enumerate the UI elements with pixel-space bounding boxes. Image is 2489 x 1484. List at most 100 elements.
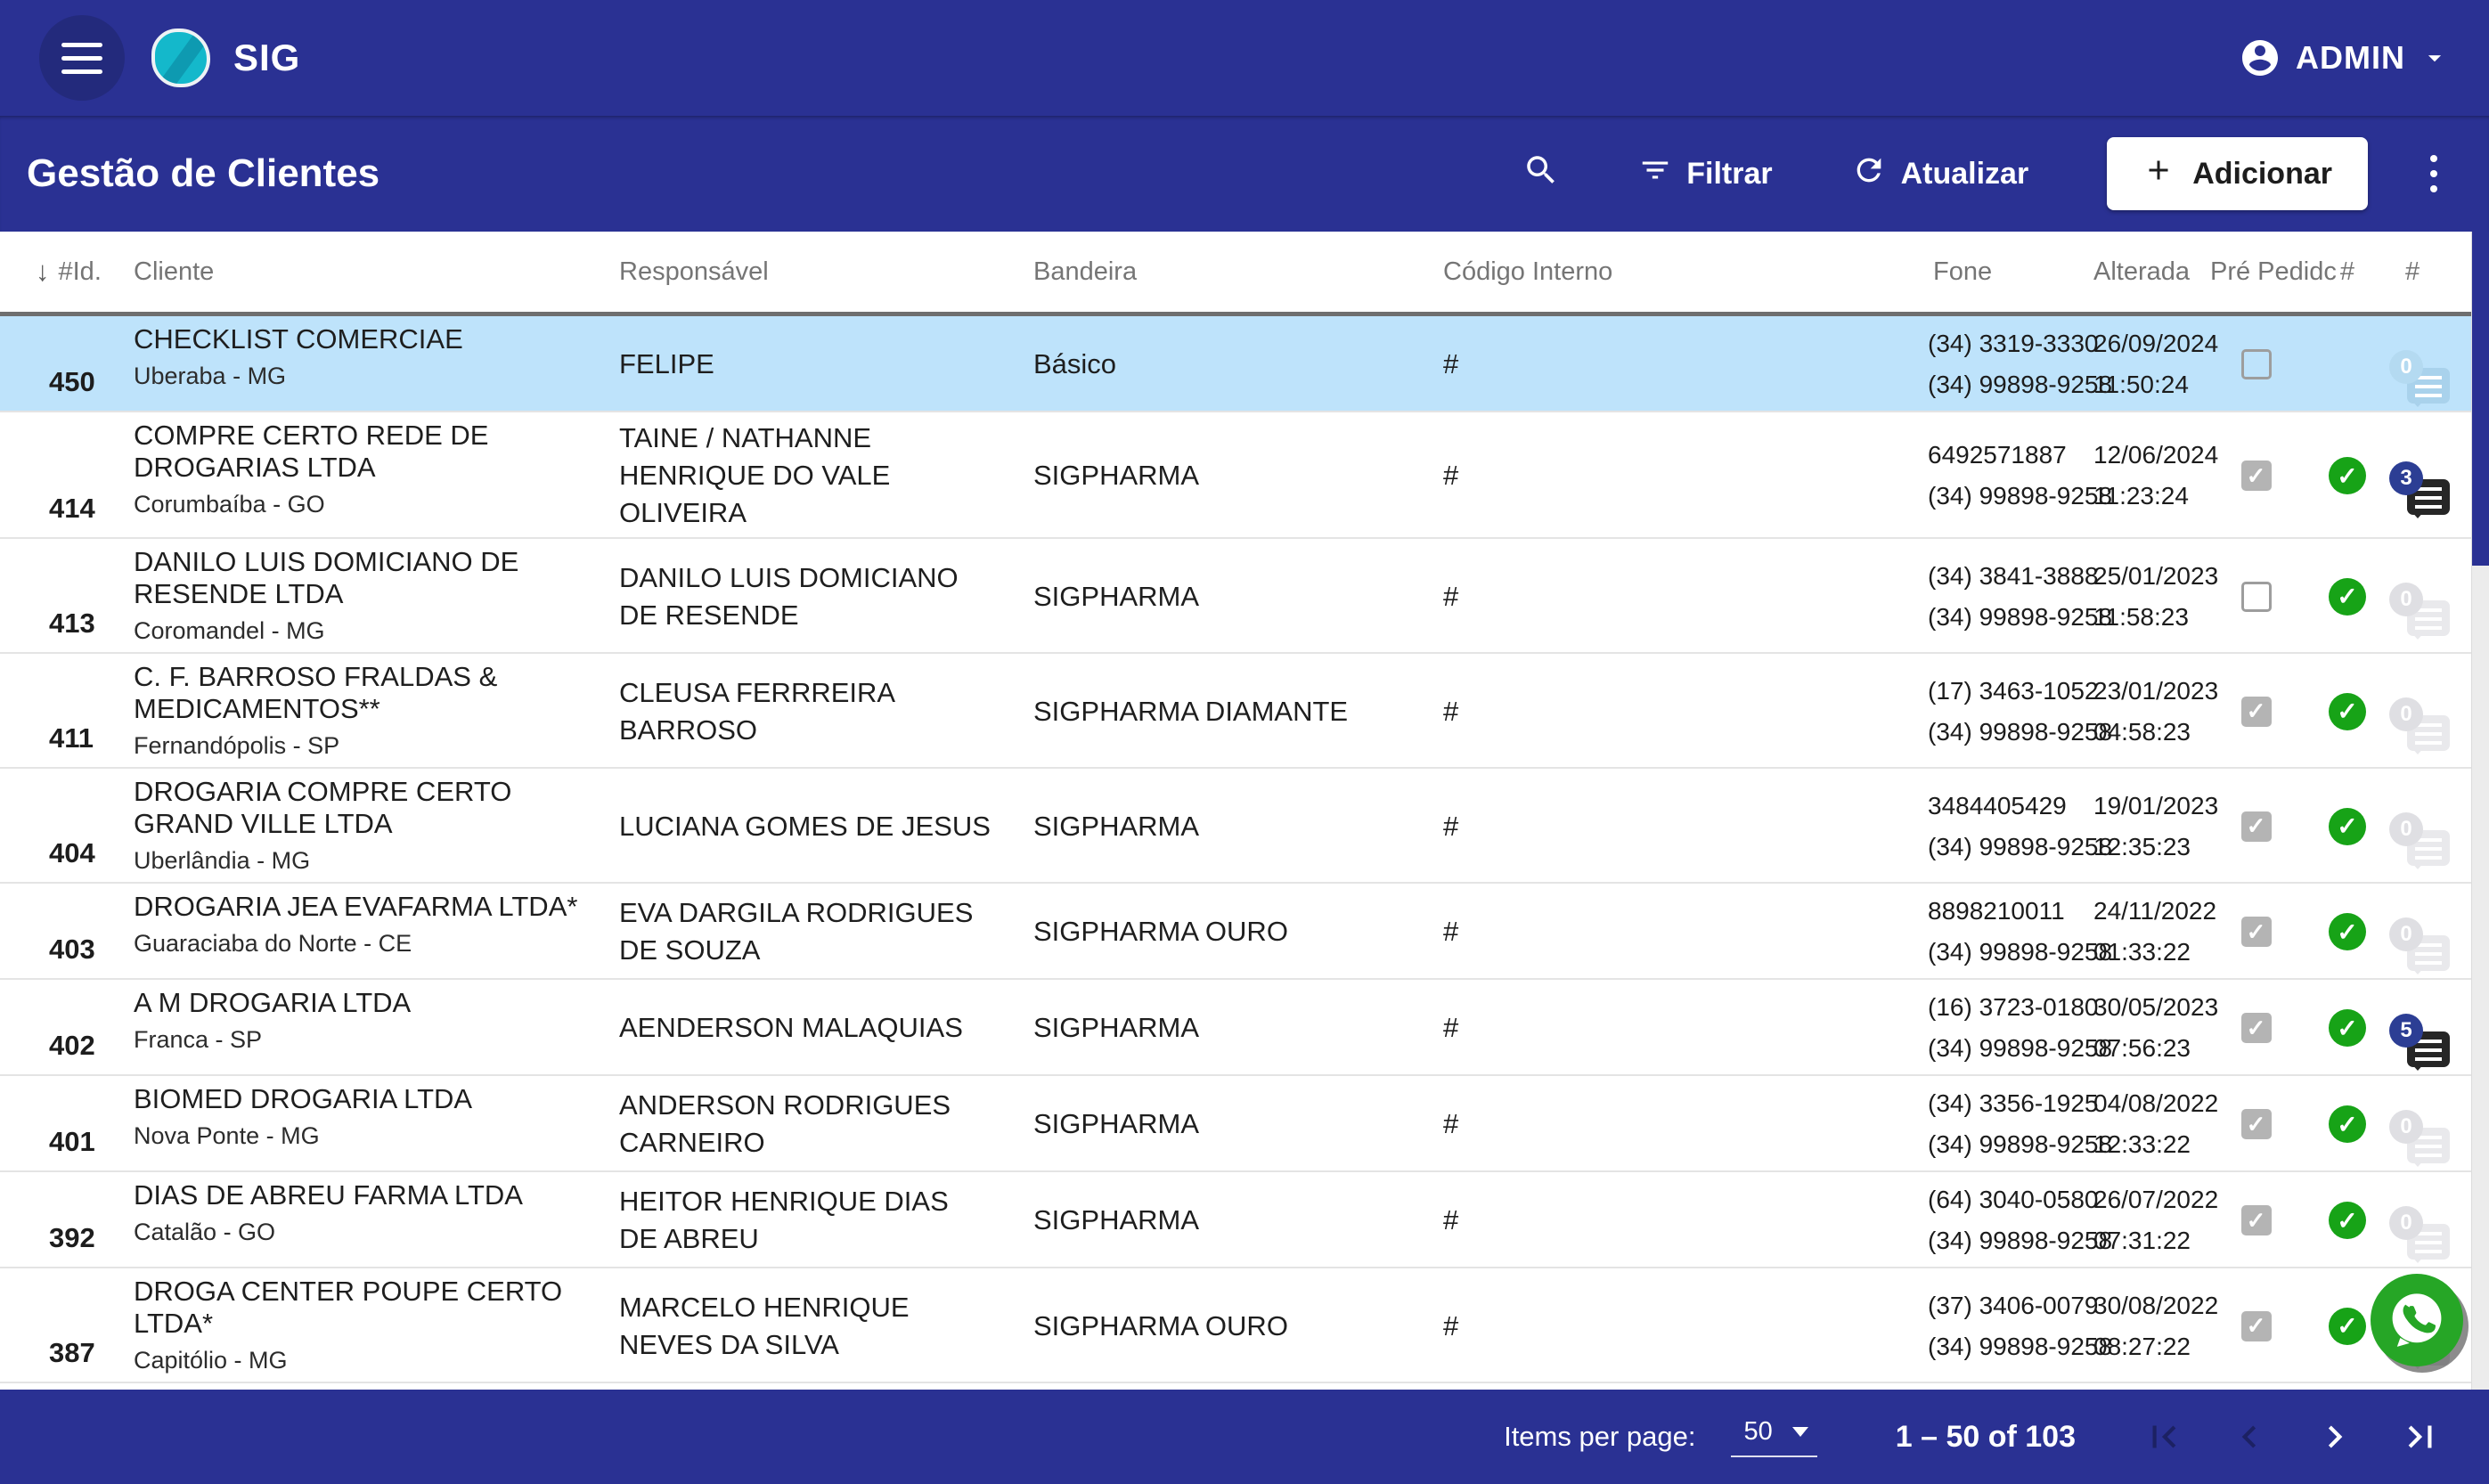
chat-badge: 0 (2389, 1206, 2423, 1240)
search-button[interactable] (1522, 151, 1560, 197)
table-row[interactable]: 450 CHECKLIST COMERCIAE Uberaba - MG FEL… (0, 316, 2489, 412)
chat-badge: 0 (2389, 812, 2423, 846)
table-row[interactable]: 411 C. F. BARROSO FRALDAS & MEDICAMENTOS… (0, 654, 2489, 769)
menu-button[interactable] (39, 15, 125, 101)
pre-pedido-checkbox[interactable] (2241, 697, 2272, 727)
alterada-cell: 24/11/2022 01:33:22 (2076, 891, 2205, 973)
header-responsavel: Responsável (619, 257, 1033, 287)
last-page-button[interactable] (2395, 1411, 2446, 1463)
table-body: 450 CHECKLIST COMERCIAE Uberaba - MG FEL… (0, 316, 2489, 1390)
pre-pedido-checkbox[interactable] (2241, 1205, 2272, 1235)
fone-secondary: (34) 99898-9258 (1928, 827, 2076, 868)
client-id: 414 (0, 493, 134, 532)
alterada-time: 07:56:23 (2093, 1028, 2205, 1069)
pre-pedido-checkbox[interactable] (2241, 917, 2272, 947)
alterada-date: 26/09/2024 (2093, 323, 2205, 364)
table-row[interactable]: 413 DANILO LUIS DOMICIANO DE RESENDE LTD… (0, 539, 2489, 654)
fone-primary: (17) 3463-1052 (1928, 671, 2076, 712)
fone-cell: 6492571887 (34) 99898-9258 (1915, 435, 2076, 517)
pre-pedido-checkbox[interactable] (2241, 1109, 2272, 1139)
fone-secondary: (34) 99898-9258 (1928, 1124, 2076, 1165)
bandeira-cell: SIGPHARMA (1033, 460, 1443, 492)
whatsapp-icon (2386, 1288, 2448, 1353)
client-city: Uberlândia - MG (134, 845, 587, 877)
pre-pedido-checkbox[interactable] (2241, 582, 2272, 612)
sort-icon[interactable]: ↓ (36, 256, 50, 288)
alterada-date: 25/01/2023 (2093, 556, 2205, 597)
whatsapp-button[interactable] (2371, 1274, 2463, 1366)
add-button[interactable]: Adicionar (2107, 137, 2368, 210)
client-city: Corumbaíba - GO (134, 489, 587, 520)
alterada-cell: 26/09/2024 11:50:24 (2076, 323, 2205, 405)
client-name: DROGA CENTER POUPE CERTO LTDA* (134, 1276, 587, 1340)
alterada-date: 04/08/2022 (2093, 1083, 2205, 1124)
codigo-interno-cell: # (1443, 1108, 1915, 1140)
client-id: 401 (0, 1126, 134, 1165)
table-row[interactable]: CUNHA & CIA COMERCIO DE MEDICAMENTOS LTD… (0, 1383, 2489, 1390)
codigo-interno-cell: # (1443, 811, 1915, 843)
alterada-time: 04:58:23 (2093, 712, 2205, 753)
fone-cell: (37) 3406-0079 (34) 99898-9258 (1915, 1285, 2076, 1367)
pre-pedido-cell (2241, 917, 2272, 947)
add-label: Adicionar (2192, 157, 2332, 192)
fone-primary: (34) 3841-3888 (1928, 556, 2076, 597)
scrollbar-thumb[interactable] (2472, 232, 2489, 566)
responsavel-cell: DANILO LUIS DOMICIANO DE RESENDE (619, 559, 1033, 634)
client-id: 387 (0, 1337, 134, 1376)
client-city: Coromandel - MG (134, 616, 587, 647)
user-menu[interactable]: ADMIN (2239, 37, 2450, 79)
bandeira-cell: SIGPHARMA OURO (1033, 1310, 1443, 1342)
previous-page-button[interactable] (2224, 1411, 2275, 1463)
alterada-cell: 25/01/2023 11:58:23 (2076, 556, 2205, 638)
fone-primary: 6492571887 (1928, 435, 2076, 476)
chat-badge: 0 (2389, 1110, 2423, 1144)
next-page-button[interactable] (2309, 1411, 2361, 1463)
client-city: Catalão - GO (134, 1217, 587, 1248)
client-cell: COMPRE CERTO REDE DE DROGARIAS LTDA Coru… (134, 420, 619, 532)
fone-cell: 8898210011 (34) 99898-9258 (1915, 891, 2076, 973)
client-name: CHECKLIST COMERCIAE (134, 323, 587, 355)
client-name: C. F. BARROSO FRALDAS & MEDICAMENTOS** (134, 661, 587, 725)
page-title: Gestão de Clientes (27, 151, 379, 196)
table-row[interactable]: 401 BIOMED DROGARIA LTDA Nova Ponte - MG… (0, 1076, 2489, 1172)
table-row[interactable]: 402 A M DROGARIA LTDA Franca - SP AENDER… (0, 980, 2489, 1076)
chevron-down-icon (2420, 43, 2450, 73)
table-row[interactable]: 404 DROGARIA COMPRE CERTO GRAND VILLE LT… (0, 769, 2489, 884)
more-options-button[interactable] (2425, 150, 2443, 198)
status-cell: ✓ (2329, 1105, 2366, 1143)
status-ok-icon: ✓ (2329, 457, 2366, 494)
filter-button[interactable]: Filtrar (1638, 153, 1772, 195)
pre-pedido-checkbox[interactable] (2241, 461, 2272, 491)
pre-pedido-cell (2241, 461, 2272, 491)
table-row[interactable]: 392 DIAS DE ABREU FARMA LTDA Catalão - G… (0, 1172, 2489, 1268)
client-id: 404 (0, 837, 134, 877)
codigo-interno-cell: # (1443, 581, 1915, 613)
pre-pedido-checkbox[interactable] (2241, 811, 2272, 842)
pre-pedido-checkbox[interactable] (2241, 1013, 2272, 1043)
client-city: Franca - SP (134, 1024, 587, 1056)
first-page-button[interactable] (2138, 1411, 2190, 1463)
table-row[interactable]: 414 COMPRE CERTO REDE DE DROGARIAS LTDA … (0, 412, 2489, 539)
pre-pedido-checkbox[interactable] (2241, 1311, 2272, 1341)
items-per-page-select[interactable]: 50 (1731, 1417, 1816, 1457)
fone-primary: (34) 3319-3330 (1928, 323, 2076, 364)
alterada-time: 11:50:24 (2093, 364, 2205, 405)
client-cell: DANILO LUIS DOMICIANO DE RESENDE LTDA Co… (134, 546, 619, 647)
refresh-label: Atualizar (1901, 157, 2029, 192)
refresh-button[interactable]: Atualizar (1851, 152, 2029, 196)
fone-secondary: (34) 99898-9258 (1928, 1220, 2076, 1261)
table-header: ↓ #Id. Cliente Responsável Bandeira Códi… (0, 232, 2489, 316)
alterada-time: 11:23:24 (2093, 476, 2205, 517)
user-name: ADMIN (2296, 39, 2405, 77)
client-cell: CHECKLIST COMERCIAE Uberaba - MG (134, 323, 619, 405)
client-cell: DROGARIA COMPRE CERTO GRAND VILLE LTDA U… (134, 776, 619, 877)
table-row[interactable]: 403 DROGARIA JEA EVAFARMA LTDA* Guaracia… (0, 884, 2489, 980)
status-ok-icon: ✓ (2329, 1202, 2366, 1239)
fone-cell: (16) 3723-0180 (34) 99898-9258 (1915, 987, 2076, 1069)
table-row[interactable]: 387 DROGA CENTER POUPE CERTO LTDA* Capit… (0, 1268, 2489, 1383)
bandeira-cell: Básico (1033, 348, 1443, 380)
client-name: DROGARIA JEA EVAFARMA LTDA* (134, 891, 587, 923)
pre-pedido-checkbox[interactable] (2241, 349, 2272, 379)
client-city: Guaraciaba do Norte - CE (134, 928, 587, 959)
fone-cell: (17) 3463-1052 (34) 99898-9258 (1915, 671, 2076, 753)
